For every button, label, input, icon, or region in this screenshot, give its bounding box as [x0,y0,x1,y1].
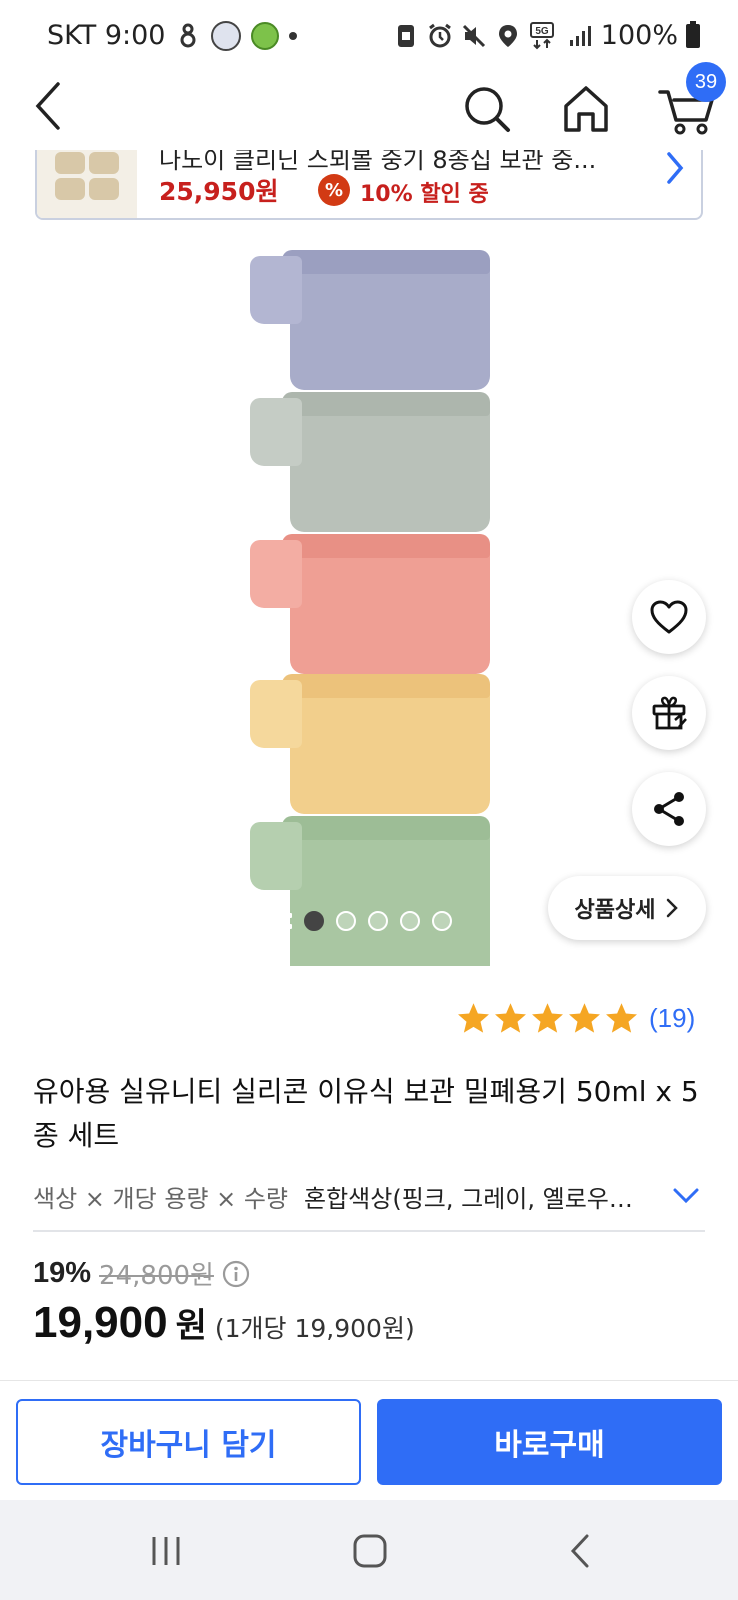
container-pink [250,534,490,674]
home-square-icon [353,1534,387,1568]
product-image [250,250,500,966]
star-icon [569,1002,600,1033]
status-right: 5G 100% [393,20,700,51]
share-button[interactable] [632,772,706,846]
related-product-discount: 10% 할인 중 [360,182,489,207]
pager-dot[interactable] [368,911,388,931]
back-chevron-icon [570,1534,589,1568]
product-title: 유아용 실유니티 실리콘 이유식 보관 밀폐용기 50ml x 5종 세트 [33,1075,699,1152]
discount-percent-icon: % [318,174,350,206]
battery-icon [686,20,700,48]
sim-icon [393,22,419,50]
recent-apps-icon [152,1537,180,1565]
discount-rate: 19% [33,1257,92,1289]
buy-now-button[interactable]: 바로구매 [377,1399,722,1485]
home-icon[interactable] [560,82,612,138]
gift-icon [652,696,687,730]
wishlist-button[interactable] [632,580,706,654]
search-icon[interactable] [462,82,514,138]
back-button[interactable] [28,78,72,142]
home-button[interactable] [340,1526,400,1576]
pager-dot[interactable] [400,911,420,931]
share-icon [654,792,684,826]
chevron-right-icon [667,898,679,918]
pager-dot[interactable] [336,911,356,931]
image-pager [270,910,452,932]
product-image-gallery[interactable]: 상품상세 [0,220,738,966]
option-selector[interactable]: 색상 × 개당 용량 × 수량 혼합색상(핑크, 그레이, 옐로우, 그린, 퍼… [33,1172,705,1220]
chevron-down-icon[interactable] [671,1180,701,1210]
carrier-time: SKT 9:00 [47,20,166,51]
more-notifications-icon [289,31,298,40]
option-label: 색상 × 개당 용량 × 수량 [33,1184,289,1213]
related-product-thumbnail [37,150,137,218]
melon-app-icon [251,21,280,50]
system-navigation-bar [0,1500,738,1600]
status-left: SKT 9:00 [47,20,298,51]
notification-icon [175,22,201,50]
container-gray [250,392,490,532]
container-purple [250,250,490,390]
network-5g-icon: 5G [529,21,559,50]
purchase-action-bar: 장바구니 담기 바로구매 [0,1380,738,1500]
top-nav [0,78,738,150]
star-icon [532,1002,563,1033]
gift-button[interactable] [632,676,706,750]
sale-price: 19,900 [33,1298,168,1347]
svg-text:5G: 5G [535,26,549,37]
status-bar: SKT 9:00 5G 100% [0,0,738,78]
pager-dot[interactable] [304,911,324,931]
pager-dot[interactable] [432,911,452,931]
related-product-price: 25,950원 [159,177,279,206]
chevron-right-icon[interactable] [655,150,695,190]
mute-icon [461,22,487,50]
review-count[interactable]: (19) [649,1003,695,1034]
related-product-card[interactable]: 나노이 클리닌 스뫼볼 중기 8종십 보관 중... 25,950원 % 10%… [35,150,703,220]
product-detail-button[interactable]: 상품상세 [548,876,706,940]
app-avatar-icon [211,20,242,51]
recent-apps-button[interactable] [136,1526,196,1576]
add-to-cart-button[interactable]: 장바구니 담기 [16,1399,361,1485]
price-currency: 원 [175,1306,207,1346]
alarm-icon [427,22,453,50]
system-back-button[interactable] [550,1526,610,1576]
product-detail-label: 상품상세 [574,898,656,923]
info-icon[interactable] [222,1260,250,1288]
cart-count-badge: 39 [686,62,726,102]
star-icon [606,1002,637,1033]
unit-price: (1개당 19,900원) [214,1314,415,1343]
star-icon [495,1002,526,1033]
heart-icon [650,600,688,634]
option-value: 혼합색상(핑크, 그레이, 옐로우, 그린, 퍼플) × 50ml × 1개 [304,1184,634,1213]
price-row: 19,900 원 (1개당 19,900원) [33,1298,415,1348]
location-icon [495,22,521,50]
rating[interactable]: (19) [456,998,695,1038]
original-price: 24,800원 [99,1261,214,1291]
discount-row: 19% 24,800원 [33,1255,250,1292]
battery-percent: 100% [600,20,678,51]
container-yellow [250,674,490,814]
signal-icon [567,22,593,50]
divider [33,1230,705,1232]
star-icon [458,1002,489,1033]
container-green [250,816,490,966]
gallery-list-icon[interactable] [270,910,292,932]
